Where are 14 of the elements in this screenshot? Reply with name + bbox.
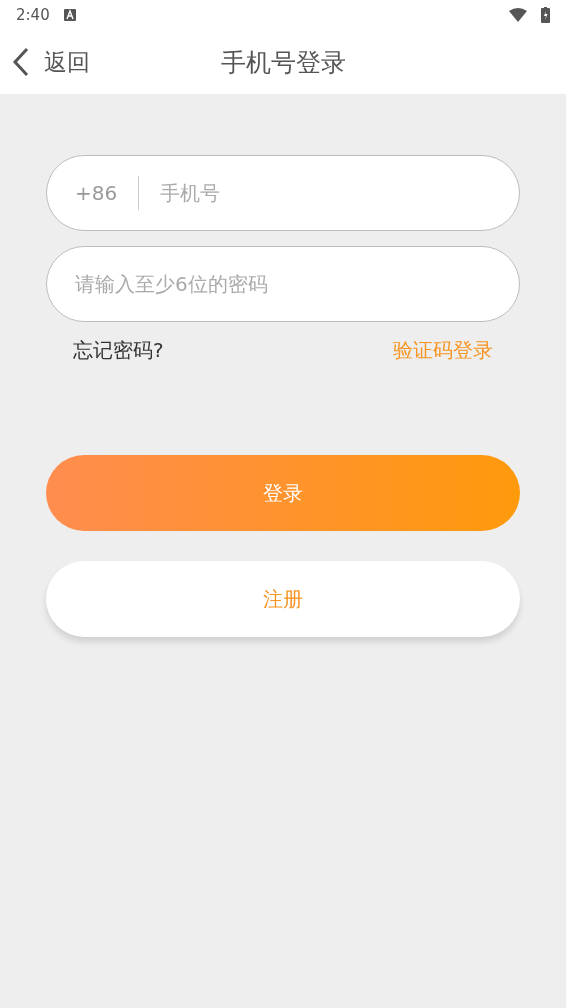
battery-icon bbox=[541, 7, 550, 23]
login-button[interactable]: 登录 bbox=[46, 455, 520, 531]
status-time: 2:40 bbox=[16, 6, 50, 24]
forgot-password-link[interactable]: 忘记密码? bbox=[73, 337, 164, 364]
register-button[interactable]: 注册 bbox=[46, 561, 520, 637]
notification-icon bbox=[63, 9, 76, 21]
phone-field[interactable]: +86 手机号 bbox=[46, 155, 520, 231]
wifi-icon bbox=[509, 8, 527, 22]
back-button[interactable]: 返回 bbox=[12, 46, 90, 78]
back-label: 返回 bbox=[44, 47, 90, 77]
sms-login-link[interactable]: 验证码登录 bbox=[393, 337, 493, 364]
country-code: +86 bbox=[75, 181, 118, 205]
phone-input[interactable]: 手机号 bbox=[160, 156, 491, 230]
page-title: 手机号登录 bbox=[220, 46, 346, 79]
